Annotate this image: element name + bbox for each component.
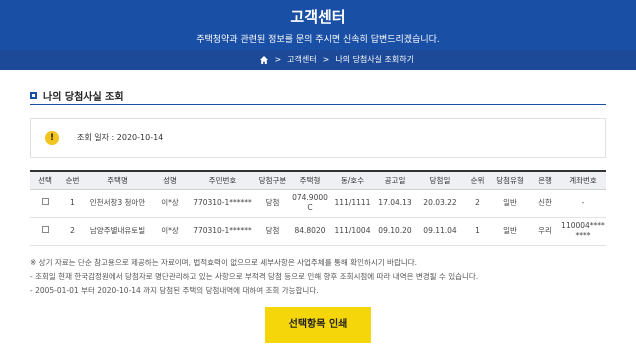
table-cell: 1 <box>465 217 490 246</box>
col-header: 순번 <box>60 171 85 190</box>
table-cell: 우리 <box>530 217 560 246</box>
notice-item: - 조회일 현재 한국감정원에서 당첨자로 명단관리하고 있는 사항으로 부적격… <box>30 272 479 281</box>
breadcrumb-item-support[interactable]: 고객센터 <box>287 54 316 65</box>
square-bullet-icon <box>30 92 37 99</box>
row-checkbox[interactable] <box>41 226 49 233</box>
table-cell: - <box>560 189 606 218</box>
col-header: 공고일 <box>375 171 415 190</box>
query-date: 조회 일자 : 2020-10-14 <box>77 133 164 142</box>
table-cell: 2 <box>60 217 85 246</box>
table-cell: 일반 <box>490 217 530 246</box>
table-cell: 074.9000C <box>290 189 330 218</box>
table-cell: 남양주별내유토빌 <box>85 217 150 246</box>
notice-item: ※ 상기 자료는 단순 참고용으로 제공하는 자료이며, 법적효력이 없으므로 … <box>30 258 418 267</box>
table-cell: 이*상 <box>150 189 190 218</box>
breadcrumb: > 고객센터 > 나의 당첨사실 조회하기 <box>260 54 414 65</box>
header-banner: 고객센터 주택청약과 관련된 정보를 문의 주시면 신속히 답변드리겠습니다. … <box>0 0 636 70</box>
info-box: ! 조회 일자 : 2020-10-14 <box>30 118 606 158</box>
table-cell: 일반 <box>490 189 530 218</box>
table-cell: 09.10.20 <box>375 217 415 246</box>
table-row: 2 남양주별내유토빌 이*상 770310-1****** 당첨 84.8020… <box>30 217 606 246</box>
col-header: 당첨유형 <box>490 171 530 190</box>
section-title: 나의 당첨사실 조회 <box>30 88 124 103</box>
table-row: 1 인천서창3 청아안 이*상 770310-1****** 당첨 074.90… <box>30 189 606 218</box>
table-cell: 신한 <box>530 189 560 218</box>
col-header: 주택형 <box>290 171 330 190</box>
col-header: 당첨구분 <box>255 171 290 190</box>
col-header: 동/호수 <box>330 171 375 190</box>
section-divider <box>30 104 606 105</box>
table-cell: 1 <box>60 189 85 218</box>
col-header: 계좌번호 <box>560 171 606 190</box>
table-cell: 당첨 <box>255 189 290 218</box>
table-cell: 20.03.22 <box>415 189 465 218</box>
table-cell: 770310-1****** <box>190 189 255 218</box>
table-cell: 111/1004 <box>330 217 375 246</box>
page-subtitle: 주택청약과 관련된 정보를 문의 주시면 신속히 답변드리겠습니다. <box>196 35 440 45</box>
table-cell: 770310-1****** <box>190 217 255 246</box>
table-cell: 110004******** <box>560 217 606 246</box>
table-cell: 09.11.04 <box>415 217 465 246</box>
col-header: 성명 <box>150 171 190 190</box>
notice-list: ※ 상기 자료는 단순 참고용으로 제공하는 자료이며, 법적효력이 없으므로 … <box>30 256 610 298</box>
col-header: 당첨일 <box>415 171 465 190</box>
col-header: 순위 <box>465 171 490 190</box>
table-cell: 84.8020 <box>290 217 330 246</box>
table-cell: 2 <box>465 189 490 218</box>
col-header: 선택 <box>30 171 60 190</box>
col-header: 주택명 <box>85 171 150 190</box>
winning-history-table: 선택 순번 주택명 성명 주민번호 당첨구분 주택형 동/호수 공고일 당첨일 … <box>30 170 606 246</box>
col-header: 은행 <box>530 171 560 190</box>
breadcrumb-bar: > 고객센터 > 나의 당첨사실 조회하기 <box>0 50 636 70</box>
section-title-text: 나의 당첨사실 조회 <box>43 92 124 103</box>
table-header-row: 선택 순번 주택명 성명 주민번호 당첨구분 주택형 동/호수 공고일 당첨일 … <box>30 171 606 190</box>
home-icon[interactable] <box>260 55 269 64</box>
col-header: 주민번호 <box>190 171 255 190</box>
row-checkbox[interactable] <box>41 198 49 205</box>
chevron-right-icon: > <box>274 55 282 64</box>
table-cell: 인천서창3 청아안 <box>85 189 150 218</box>
breadcrumb-item-current: 나의 당첨사실 조회하기 <box>335 55 414 64</box>
table-cell: 17.04.13 <box>375 189 415 218</box>
table-cell: 이*상 <box>150 217 190 246</box>
chevron-right-icon: > <box>322 55 330 64</box>
warning-icon: ! <box>45 131 59 145</box>
table-cell: 당첨 <box>255 217 290 246</box>
print-selected-button[interactable]: 선택항목 인쇄 <box>265 307 371 343</box>
notice-item: - 2005-01-01 부터 2020-10-14 까지 당첨된 주택의 당첨… <box>30 286 319 295</box>
page-title: 고객센터 <box>290 8 346 26</box>
table-cell: 111/1111 <box>330 189 375 218</box>
